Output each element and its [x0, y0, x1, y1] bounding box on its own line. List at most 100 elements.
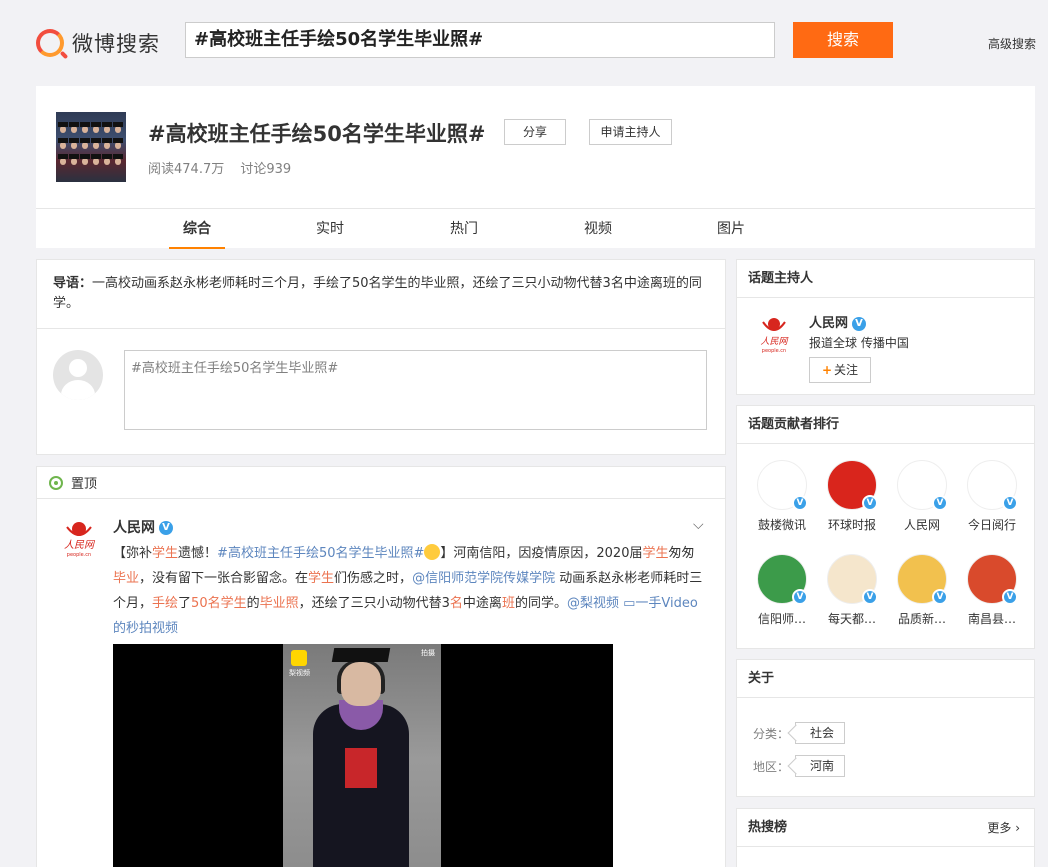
contributor-avatar: V — [827, 554, 878, 605]
graduation-cap — [91, 154, 101, 159]
graduation-cap — [58, 122, 68, 127]
post-keyword: 毕业 — [113, 571, 140, 586]
verified-icon: V — [1002, 495, 1018, 511]
video-player[interactable]: 梨视频 拍摄 — [113, 644, 613, 867]
graduation-cap — [102, 138, 112, 143]
graduate-face — [93, 142, 99, 149]
post-link[interactable]: @梨视频 — [567, 596, 619, 611]
pinned-label: 置顶 — [71, 477, 98, 492]
search-button[interactable]: 搜索 — [793, 22, 893, 58]
post-keyword: 学生 — [308, 571, 335, 586]
graduate-face — [71, 126, 77, 133]
about-card: 关于 分类： 社会 地区： 河南 — [736, 659, 1035, 797]
contributor-avatar: V — [967, 554, 1018, 605]
verified-icon: V — [159, 521, 173, 535]
post-link[interactable]: @信阳师范学院传媒学院 — [412, 571, 555, 586]
topic-host-card: 话题主持人 人民网 people.cn 人民网 V 报道全球 传播中国 + 关注 — [736, 259, 1035, 395]
svg-text:人民网: 人民网 — [64, 539, 96, 551]
graduation-cap — [113, 122, 123, 127]
post-keyword: 名 — [449, 596, 463, 611]
contributor-avatar: V — [897, 554, 948, 605]
graduate-face — [104, 142, 110, 149]
contributor-huanqiu[interactable]: V 环球时报 — [818, 460, 886, 533]
apply-host-button[interactable]: 申请主持人 — [589, 119, 672, 145]
video-corner-text: 拍摄 — [421, 649, 435, 657]
graduation-cap — [113, 138, 123, 143]
share-button[interactable]: 分享 — [504, 119, 566, 145]
region-label: 地区： — [753, 759, 790, 774]
graduate-face — [115, 126, 121, 133]
graduate-face — [82, 142, 88, 149]
host-card-title: 话题主持人 — [737, 260, 1034, 298]
post-text-segment: 的同学。 — [514, 596, 567, 611]
contributor-pinzhi[interactable]: V 品质新… — [888, 554, 956, 627]
follow-button[interactable]: + 关注 — [809, 357, 871, 383]
graduation-cap — [102, 122, 112, 127]
people-daily-logo-icon: 人民网 people.cn — [64, 522, 96, 558]
post-text-segment: 的 — [246, 596, 260, 611]
contributor-name: 品质新… — [897, 612, 946, 626]
post-author-name[interactable]: 人民网 V — [113, 517, 173, 537]
video-frame: 梨视频 拍摄 — [283, 644, 441, 867]
post-text: 【弥补学生遗憾！#高校班主任手绘50名学生毕业照# 】河南信阳，因疫情原因，202… — [113, 541, 703, 641]
post-link[interactable]: #高校班主任手绘50名学生毕业照# — [217, 546, 424, 561]
ranking-title: 话题贡献者排行 — [737, 406, 1034, 444]
weibo-search-logo[interactable]: 微博搜索 — [36, 28, 160, 58]
topic-stats: 阅读474.7万 讨论939 — [148, 158, 303, 177]
search-input[interactable]: #高校班主任手绘50名学生毕业照# — [185, 22, 775, 58]
contributor-nanchang[interactable]: V 南昌县… — [958, 554, 1026, 627]
post-text-segment: ，没有留下一张合影留念。在 — [139, 571, 309, 586]
chevron-down-icon[interactable]: ⌵ — [693, 517, 704, 533]
more-link[interactable]: 更多 › — [987, 809, 1020, 847]
contributor-avatar: V — [897, 460, 948, 511]
svg-text:人民网: 人民网 — [760, 336, 788, 347]
region-tag[interactable]: 河南 — [795, 755, 846, 777]
tab-images[interactable]: 图片 — [706, 209, 756, 249]
contributor-people[interactable]: V 人民网 — [888, 460, 956, 533]
contributor-xinyang[interactable]: V 信阳师… — [748, 554, 816, 627]
graduate-face — [341, 662, 381, 706]
post-keyword: 学生 — [152, 546, 179, 561]
post-text-segment: 遗憾！ — [178, 546, 218, 561]
chevron-right-icon: › — [1015, 821, 1020, 835]
feed-card: 置顶 人民网 people.cn 人民网 V ⌵ 【弥补学生遗憾！#高校班主任手绘… — [36, 466, 726, 867]
tab-video[interactable]: 视频 — [573, 209, 623, 249]
graduate-face — [60, 126, 66, 133]
tab-realtime[interactable]: 实时 — [305, 209, 355, 249]
contributor-gulou[interactable]: V 鼓楼微讯 — [748, 460, 816, 533]
lead-label: 导语： — [53, 276, 93, 291]
graduate-face — [60, 158, 66, 165]
hot-search-title: 热搜榜 — [748, 820, 788, 835]
graduation-cap — [80, 138, 90, 143]
post-text-segment: 】河南信阳，因疫情原因，2020届 — [440, 546, 643, 561]
tab-comprehensive[interactable]: 综合 — [169, 209, 225, 249]
verified-icon: V — [792, 589, 808, 605]
topic-title: #高校班主任手绘50名学生毕业照# — [148, 122, 486, 146]
graduate-face — [71, 142, 77, 149]
read-count: 阅读474.7万 — [148, 162, 225, 177]
topic-thumbnail[interactable] — [56, 112, 126, 182]
category-tag[interactable]: 社会 — [795, 722, 846, 744]
contributor-jinri[interactable]: V 今日阅行 — [958, 460, 1026, 533]
host-avatar[interactable]: 人民网 people.cn — [755, 312, 793, 358]
post-text-segment: 【弥补 — [113, 546, 153, 561]
svg-text:people.cn: people.cn — [67, 552, 91, 558]
graduation-cap — [69, 122, 79, 127]
graduate-face — [60, 142, 66, 149]
host-name[interactable]: 人民网 V — [809, 312, 867, 331]
hot-search-header: 热搜榜 更多 › — [737, 809, 1034, 847]
topic-tabs: 综合 实时 热门 视频 图片 — [36, 208, 1035, 249]
graduate-face — [104, 126, 110, 133]
host-description: 报道全球 传播中国 — [809, 336, 909, 350]
post-author-avatar[interactable]: 人民网 people.cn — [57, 515, 101, 559]
tab-hot[interactable]: 热门 — [439, 209, 489, 249]
contributor-name: 人民网 — [903, 518, 940, 532]
search-logo-icon — [36, 29, 64, 57]
graduation-cap — [80, 122, 90, 127]
contributor-meitian[interactable]: V 每天都… — [818, 554, 886, 627]
graduate-face — [115, 158, 121, 165]
advanced-search-link[interactable]: 高级搜索 — [988, 35, 1036, 52]
pear-video-logo-icon — [291, 650, 307, 666]
discussion-count: 讨论939 — [240, 162, 292, 177]
compose-input[interactable]: #高校班主任手绘50名学生毕业照# — [124, 350, 707, 430]
